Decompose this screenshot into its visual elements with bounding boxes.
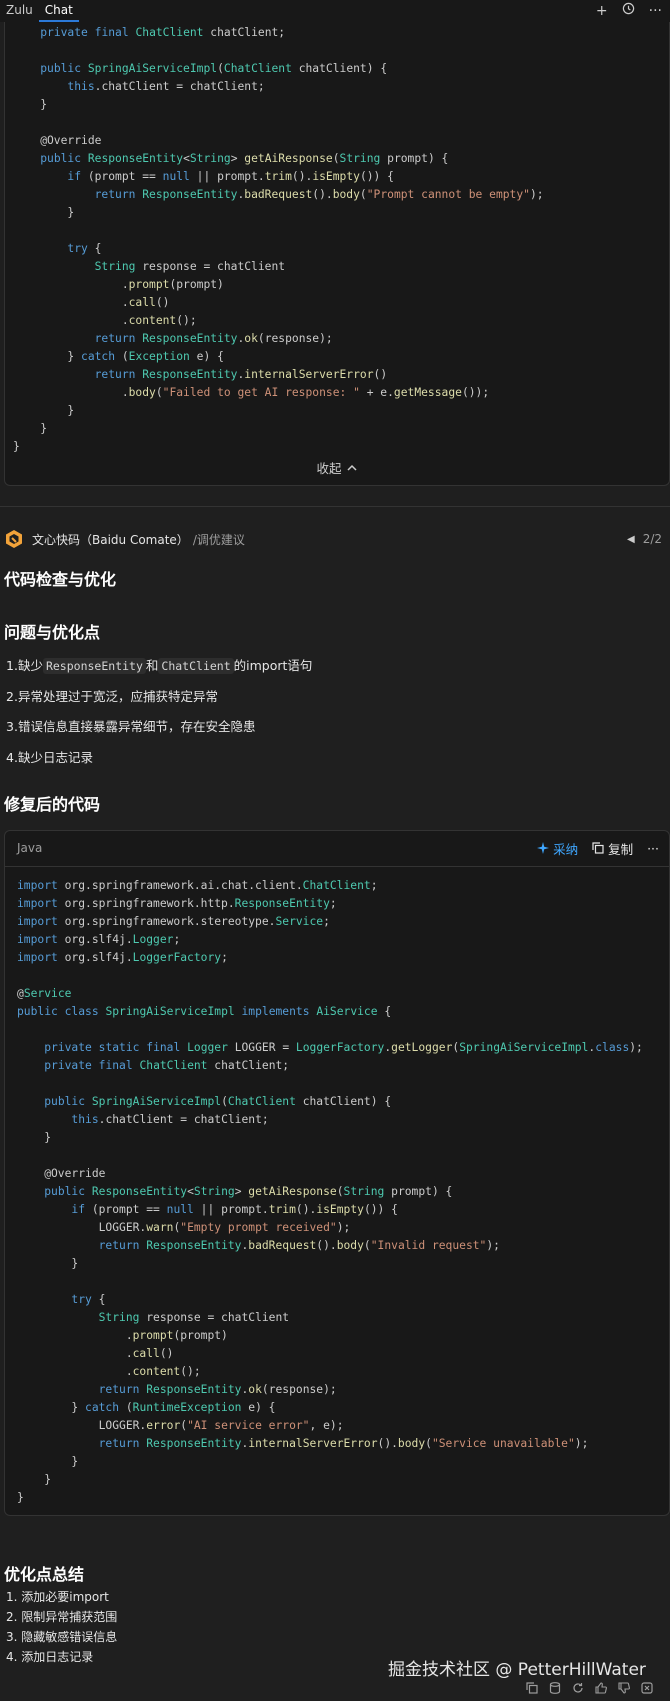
inline-code: ChatClient — [158, 658, 234, 674]
summary-heading: 优化点总结 — [4, 1565, 85, 1584]
top-bar: Zulu Chat + ··· — [0, 0, 670, 22]
thumbs-up-icon[interactable] — [595, 1682, 607, 1697]
more-icon[interactable]: ··· — [649, 0, 662, 22]
previous-arrow-icon[interactable]: ◀ — [627, 534, 635, 545]
issue-item-3: 3.错误信息直接暴露异常细节，存在安全隐患 — [6, 719, 256, 734]
thumbs-down-icon[interactable] — [618, 1682, 630, 1697]
sparkle-icon — [537, 842, 550, 854]
issue-item-1: 1.缺少 ResponseEntity 和 ChatClient 的import语句 — [6, 658, 313, 674]
answer-title: 代码检查与优化 — [4, 570, 117, 589]
pager-count: 2/2 — [642, 532, 662, 546]
inline-code: ResponseEntity — [42, 658, 146, 674]
comate-logo-icon — [6, 530, 22, 548]
adopt-button[interactable]: 采纳 — [537, 839, 578, 858]
message-actions — [526, 1682, 653, 1697]
collapse-label: 收起 — [316, 461, 342, 476]
dislike-icon[interactable] — [641, 1682, 653, 1697]
copy-icon — [592, 842, 604, 854]
agent-command: /调优建议 — [192, 532, 245, 547]
database-icon[interactable] — [549, 1682, 561, 1697]
previous-code-block: private final ChatClient chatClient; pub… — [4, 22, 670, 486]
chevron-up-icon — [346, 461, 358, 476]
watermark: 掘金技术社区 @ PetterHillWater — [388, 1660, 646, 1680]
code-block-header: Java 采纳 复制 ··· — [5, 831, 669, 867]
more-icon[interactable]: ··· — [647, 841, 659, 856]
copy-icon[interactable] — [526, 1682, 538, 1697]
divider — [0, 506, 670, 507]
summary-item-1: 1. 添加必要import — [6, 1590, 109, 1604]
refresh-icon[interactable] — [572, 1682, 584, 1697]
agent-header: 文心快码（Baidu Comate） /调优建议 ◀ 2/2 — [4, 527, 666, 551]
tab-chat[interactable]: Chat — [38, 0, 79, 22]
plus-icon[interactable]: + — [596, 0, 608, 22]
summary-item-4: 4. 添加日志记录 — [6, 1650, 94, 1664]
code-content-2: import org.springframework.ai.chat.clien… — [17, 879, 643, 1504]
issue-item-4: 4.缺少日志记录 — [6, 750, 93, 765]
code-content-1: private final ChatClient chatClient; pub… — [13, 26, 544, 453]
summary-item-3: 3. 隐藏敏感错误信息 — [6, 1630, 118, 1644]
collapse-button[interactable]: 收起 — [5, 458, 669, 477]
language-label: Java — [17, 841, 43, 855]
tab-zulu[interactable]: Zulu — [0, 0, 39, 22]
code-actions: 采纳 复制 ··· — [537, 839, 659, 858]
history-icon[interactable] — [622, 0, 635, 22]
issues-heading: 问题与优化点 — [4, 623, 101, 642]
copy-button[interactable]: 复制 — [592, 839, 633, 858]
response-pager: ◀ 2/2 — [627, 527, 662, 551]
issue-item-2: 2.异常处理过于宽泛，应捕获特定异常 — [6, 689, 218, 704]
summary-item-2: 2. 限制异常捕获范围 — [6, 1610, 118, 1624]
fixed-code-block: Java 采纳 复制 ··· import org.springframewor… — [4, 830, 670, 1516]
fixed-code-heading: 修复后的代码 — [4, 795, 101, 814]
agent-name: 文心快码（Baidu Comate） — [32, 532, 189, 547]
top-actions: + ··· — [596, 0, 662, 22]
